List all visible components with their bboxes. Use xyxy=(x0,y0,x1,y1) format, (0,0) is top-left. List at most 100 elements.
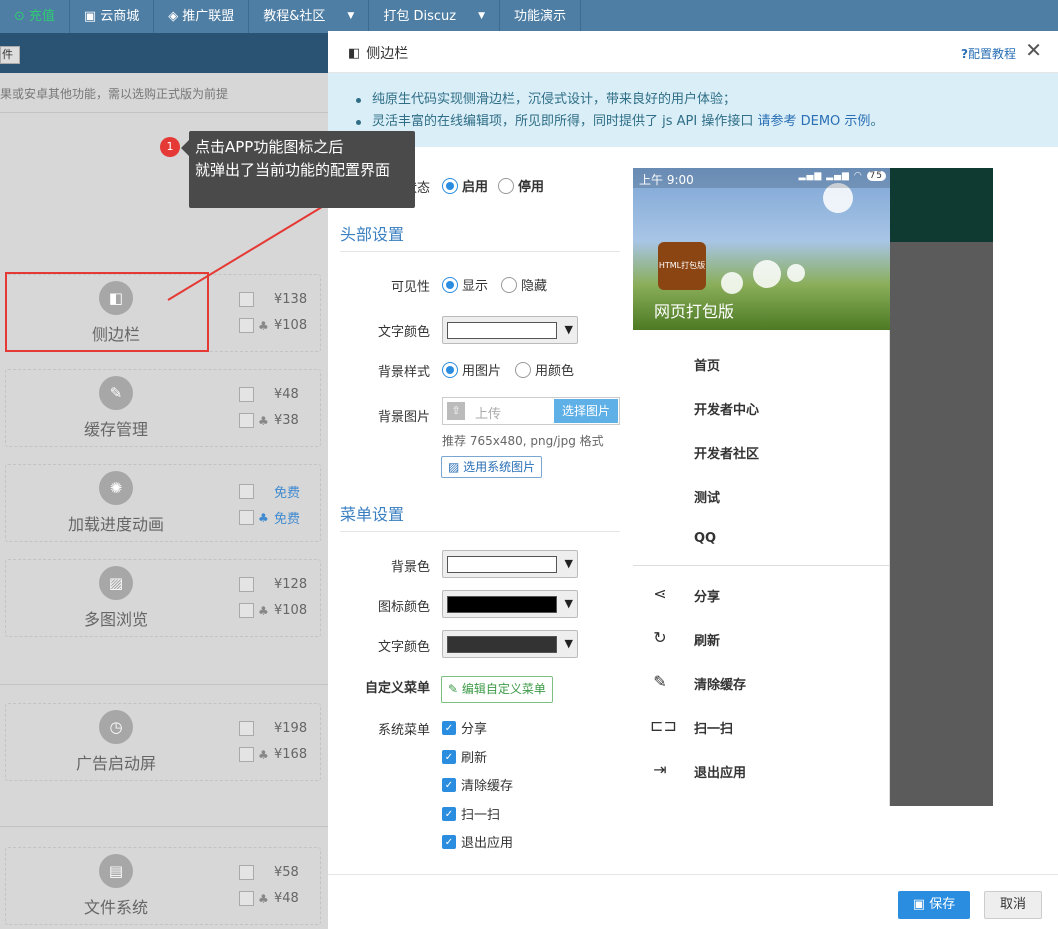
clock-icon: ◷ xyxy=(99,710,133,744)
save-icon: ▣ xyxy=(912,897,930,912)
checkbox[interactable] xyxy=(239,891,254,906)
system-menu-checkbox[interactable]: ✓ 扫一扫 xyxy=(442,804,500,823)
android-icon: ♣ xyxy=(258,603,269,618)
feature-card-loading[interactable]: ✺ 加载进度动画 免费 ♣ 免费 xyxy=(5,464,321,542)
nav-cloud-store[interactable]: ▣ 云商城 xyxy=(70,0,155,33)
nav-promo[interactable]: ◈ 推广联盟 xyxy=(154,0,250,33)
feature-card-filesystem[interactable]: ▤ 文件系统 ¥58 ♣ ¥48 xyxy=(5,847,321,925)
choose-image-button[interactable]: 选择图片 xyxy=(554,399,618,423)
menu-bg-label: 背景色 xyxy=(390,560,430,575)
menu-icon-color-picker[interactable]: ▼ xyxy=(442,590,578,618)
drawer-menu-item[interactable]: 测试 xyxy=(694,487,720,506)
drawer-menu-item[interactable]: 首页 xyxy=(694,355,720,374)
cancel-button[interactable]: 取消 xyxy=(984,891,1042,919)
pencil-icon: ✎ xyxy=(448,682,462,696)
feature-card-cache[interactable]: ✎ 缓存管理 ¥48 ♣ ¥38 xyxy=(5,369,321,447)
checkbox[interactable] xyxy=(239,510,254,525)
drawer-menu-item[interactable]: QQ xyxy=(694,531,716,546)
close-icon[interactable]: ✕ xyxy=(1025,40,1042,60)
demo-link[interactable]: 请参考 DEMO 示例 xyxy=(757,114,870,129)
edit-custom-menu-button[interactable]: ✎ 编辑自定义菜单 xyxy=(441,676,553,703)
text-color-label: 文字颜色 xyxy=(377,325,430,340)
visibility-show-radio[interactable]: 显示 xyxy=(442,275,488,294)
help-link[interactable]: ?配置教程 xyxy=(961,45,1016,62)
status-on-radio[interactable]: 启用 xyxy=(442,176,488,195)
apple-icon xyxy=(258,867,270,879)
system-menu-checkbox[interactable]: ✓ 分享 xyxy=(442,718,487,737)
drawer-action[interactable]: 退出应用 xyxy=(694,762,746,781)
feature-card-splash[interactable]: ◷ 广告启动屏 ¥198 ♣ ¥168 xyxy=(5,703,321,781)
radio-unchecked xyxy=(498,177,514,194)
checkbox[interactable] xyxy=(239,721,254,736)
android-icon: ♣ xyxy=(258,318,269,333)
system-image-button[interactable]: ▨ 选用系统图片 xyxy=(441,456,543,478)
drawer-action[interactable]: 刷新 xyxy=(694,630,720,649)
modal-title: ◧ 侧边栏 xyxy=(348,45,409,63)
bg-image-label: 背景图片 xyxy=(377,410,430,425)
version-notice: 果或安卓其他功能，需以选购正式版为前提 xyxy=(0,87,229,101)
apple-icon xyxy=(258,486,270,498)
system-menu-checkbox[interactable]: ✓ 清除缓存 xyxy=(442,775,513,794)
app-logo: HTML打包版 xyxy=(658,242,706,290)
checkbox[interactable] xyxy=(239,603,254,618)
drawer-menu-item[interactable]: 开发者社区 xyxy=(694,443,759,462)
divider xyxy=(633,565,890,566)
checkbox[interactable] xyxy=(239,577,254,592)
price-android: ♣ ¥48 xyxy=(239,891,299,906)
color-swatch xyxy=(447,556,557,573)
text-color-picker[interactable]: ▼ xyxy=(442,316,578,344)
checkbox[interactable] xyxy=(239,387,254,402)
price-ios: ¥138 xyxy=(239,292,307,307)
checkbox[interactable] xyxy=(239,747,254,762)
drawer-action[interactable]: 分享 xyxy=(694,586,720,605)
checkbox[interactable] xyxy=(239,413,254,428)
checkbox[interactable] xyxy=(239,292,254,307)
drawer-action[interactable]: 扫一扫 xyxy=(694,718,733,737)
scan-icon: ⊏⊐ xyxy=(650,716,677,735)
checkbox[interactable] xyxy=(239,865,254,880)
caret-down-icon: ▼ xyxy=(347,11,355,21)
bg-button[interactable]: 件 xyxy=(0,46,20,64)
caret-down-icon: ▼ xyxy=(564,597,573,610)
system-menu-checkbox[interactable]: ✓ 退出应用 xyxy=(442,832,513,851)
checkbox[interactable] xyxy=(239,318,254,333)
visibility-hide-radio[interactable]: 隐藏 xyxy=(501,275,547,294)
nav-tutorials[interactable]: 教程&社区 ▼ xyxy=(249,0,370,33)
caret-down-icon: ▼ xyxy=(478,11,485,21)
coin-icon: ⊙ xyxy=(14,9,25,24)
phone-preview: 上午 9:00 ▂▄▆ ▂▄▆ ◠ 75 HTML打包版 网页打包版 首页 开发… xyxy=(633,168,993,806)
broom-icon: ✎ xyxy=(653,672,667,691)
share-icon: ⋖ xyxy=(653,584,667,603)
spinner-icon: ✺ xyxy=(99,471,133,505)
bg-image-radio[interactable]: 用图片 xyxy=(442,360,501,379)
nav-demo[interactable]: 功能演示 xyxy=(500,0,581,33)
refresh-icon: ↻ xyxy=(653,628,667,647)
diamond-icon: ◈ xyxy=(168,9,179,24)
menu-text-color-picker[interactable]: ▼ xyxy=(442,630,578,658)
check-icon: ✓ xyxy=(442,720,456,735)
nav-recharge[interactable]: ⊙ 充值 xyxy=(0,0,70,33)
menu-bg-picker[interactable]: ▼ xyxy=(442,550,578,578)
nav-pack[interactable]: 打包 Discuz ▼ xyxy=(369,0,500,33)
drawer-menu-item[interactable]: 开发者中心 xyxy=(694,399,759,418)
checkbox[interactable] xyxy=(239,484,254,499)
system-menu-checkbox[interactable]: ✓ 刷新 xyxy=(442,747,487,766)
bg-color-radio[interactable]: 用颜色 xyxy=(515,360,574,379)
system-menu-label: 系统菜单 xyxy=(377,723,430,738)
feature-card-gallery[interactable]: ▨ 多图浏览 ¥128 ♣ ¥108 xyxy=(5,559,321,637)
status-off-radio[interactable]: 停用 xyxy=(498,176,544,195)
check-icon: ✓ xyxy=(442,834,456,849)
radio-unchecked xyxy=(501,276,517,293)
sidebar-icon: ◧ xyxy=(348,45,361,61)
price-android: ♣ ¥108 xyxy=(239,318,307,333)
broom-icon: ✎ xyxy=(99,376,133,410)
caret-down-icon: ▼ xyxy=(564,557,573,570)
divider xyxy=(0,826,330,827)
save-button[interactable]: ▣ 保存 xyxy=(898,891,970,919)
store-icon: ▣ xyxy=(83,9,97,24)
apple-icon xyxy=(258,294,270,306)
drawer-action[interactable]: 清除缓存 xyxy=(694,674,746,693)
upload-field[interactable]: ⇧ 上传 选择图片 xyxy=(442,397,620,425)
drawer-header: 上午 9:00 ▂▄▆ ▂▄▆ ◠ 75 HTML打包版 网页打包版 xyxy=(633,168,890,330)
drawer-preview: 上午 9:00 ▂▄▆ ▂▄▆ ◠ 75 HTML打包版 网页打包版 首页 开发… xyxy=(633,168,890,806)
